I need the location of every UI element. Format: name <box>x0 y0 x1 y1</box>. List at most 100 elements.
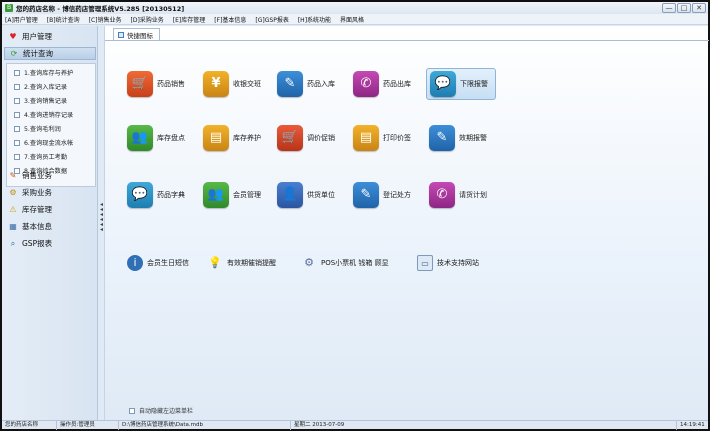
tile-cashier-handover[interactable]: ¥ 收银交班 <box>203 69 261 99</box>
person-icon: 👤 <box>277 182 303 208</box>
status-shop-name: 您的药店名称 <box>2 421 57 430</box>
sidebar-item-label: 5.查询毛利润 <box>24 126 61 133</box>
tile-register-prescription[interactable]: ✎ 登记处方 <box>353 180 411 210</box>
chat-icon: 💬 <box>430 71 456 97</box>
sidebar-item-query-attendance[interactable]: 7.查询员工考勤 <box>14 151 67 162</box>
tile-stocktake[interactable]: 👥 库存盘点 <box>127 123 185 153</box>
sidebar-item-query-inbound[interactable]: 2.查询入库记录 <box>14 81 67 92</box>
tile-print-price-tags[interactable]: ▤ 打印价签 <box>353 123 411 153</box>
people-icon: 👥 <box>127 125 153 151</box>
sidebar-item-query-psi[interactable]: 4.查询进销存记录 <box>14 109 73 120</box>
maximize-button[interactable]: □ <box>677 3 691 13</box>
tile-label: 效期报警 <box>459 134 487 142</box>
sidebar-item-label: 4.查询进销存记录 <box>24 112 74 119</box>
pen-icon: ✎ <box>429 125 455 151</box>
sidebar-item-query-gross-profit[interactable]: 5.查询毛利润 <box>14 123 61 134</box>
autohide-sidebar-checkbox[interactable]: 自动隐藏左边菜单栏 <box>129 406 193 415</box>
gears-icon: ⚙ <box>9 187 17 197</box>
sidebar-section-user-management[interactable]: ♥ 用户管理 <box>4 30 96 43</box>
sidebar-section-label: 采购业务 <box>22 188 52 197</box>
menu-sales[interactable]: [C]销售业务 <box>89 15 122 24</box>
sidebar-item-query-cash-flow[interactable]: 6.查询现金流水帐 <box>14 137 73 148</box>
sidebar-section-sales[interactable]: ✎ 销售业务 <box>4 169 96 182</box>
sidebar-section-gsp-reports[interactable]: ⌕ GSP报表 <box>4 237 96 250</box>
item-box-icon <box>14 83 20 90</box>
menu-user-management[interactable]: [A]用户管理 <box>5 15 38 24</box>
sidebar-item-label: 2.查询入库记录 <box>24 84 68 91</box>
cart-icon: 🛒 <box>127 71 153 97</box>
tile-label: 药品出库 <box>383 80 411 88</box>
tile-member-management[interactable]: 👥 会员管理 <box>203 180 261 210</box>
close-button[interactable]: ✕ <box>692 3 706 13</box>
sidebar-section-label: 基本信息 <box>22 222 52 231</box>
pencil-icon: ✎ <box>9 170 17 180</box>
window-title: 您的药店名称 - 博信药店管理系统V5.285 [20130512] <box>16 5 185 13</box>
chat-icon: 💬 <box>127 182 153 208</box>
pos-icon: ⚙ <box>304 256 314 269</box>
tile-expiry-alert[interactable]: ✎ 效期报警 <box>429 123 487 153</box>
link-pos-devices[interactable]: ⚙ POS小票机 钱箱 顾显 <box>301 253 389 273</box>
calculator-icon: ▤ <box>203 125 229 151</box>
tile-order-plan[interactable]: ✆ 请货计划 <box>429 180 487 210</box>
link-member-birthday-sms[interactable]: i 会员生日短信 <box>127 253 189 273</box>
sidebar-section-label: GSP报表 <box>22 239 53 248</box>
tile-label: 库存盘点 <box>157 134 185 142</box>
tile-label: 调价促销 <box>307 134 335 142</box>
status-time: 14:19:41 <box>680 422 705 428</box>
heart-icon: ♥ <box>9 31 17 41</box>
item-box-icon <box>14 97 20 104</box>
tile-label: 登记处方 <box>383 191 411 199</box>
sidebar-section-purchasing[interactable]: ⚙ 采购业务 <box>4 186 96 199</box>
tile-drug-dictionary[interactable]: 💬 药品字典 <box>127 180 185 210</box>
sidebar-item-label: 3.查询销售记录 <box>24 98 68 105</box>
warning-icon: ⚠ <box>9 204 17 214</box>
menu-inventory[interactable]: [E]库存管理 <box>173 15 205 24</box>
link-support-website[interactable]: ▭ 技术支持网站 <box>417 253 479 273</box>
magnifier-icon: ⌕ <box>10 238 16 248</box>
sidebar-item-query-stock[interactable]: 1.查询库存与养护 <box>14 67 73 78</box>
sidebar-section-statistics-query[interactable]: ⟳ 统计查询 <box>4 47 96 60</box>
tab-label: 快捷图标 <box>127 31 153 40</box>
tile-label: 供货单位 <box>307 191 335 199</box>
tile-price-promotion[interactable]: 🛒 调价促销 <box>277 123 335 153</box>
main-panel: 快捷图标 🛒 药品销售 ¥ 收银交班 ✎ 药品入库 ✆ 药品出库 💬 下限报警 … <box>104 26 709 420</box>
sidebar-section-basic-info[interactable]: ▦ 基本信息 <box>4 220 96 233</box>
tile-label: 药品销售 <box>157 80 185 88</box>
minimize-button[interactable]: — <box>662 3 676 13</box>
item-box-icon <box>14 139 20 146</box>
checkbox-box <box>129 407 135 414</box>
tile-label: 库存养护 <box>233 134 261 142</box>
pen-icon: ✎ <box>353 182 379 208</box>
menu-basic-info[interactable]: [F]基本信息 <box>214 15 246 24</box>
bulb-icon: 💡 <box>208 256 222 269</box>
item-box-icon <box>14 125 20 132</box>
menu-gsp-reports[interactable]: [G]GSP报表 <box>255 15 288 24</box>
tile-stock-maintenance[interactable]: ▤ 库存养护 <box>203 123 261 153</box>
status-date: 星期二 2013-07-09 <box>291 421 677 430</box>
link-label: 技术支持网站 <box>437 259 479 267</box>
link-expiry-reminder[interactable]: 💡 有效期催销提醒 <box>207 253 276 273</box>
link-label: 会员生日短信 <box>147 259 189 267</box>
menu-statistics-query[interactable]: [B]统计查询 <box>47 15 80 24</box>
sidebar-section-label: 用户管理 <box>22 32 52 41</box>
sidebar-item-label: 1.查询库存与养护 <box>24 70 74 77</box>
sidebar-item-query-sales[interactable]: 3.查询销售记录 <box>14 95 67 106</box>
tile-drug-outbound[interactable]: ✆ 药品出库 <box>353 69 411 99</box>
status-bar: 您的药店名称 操作员:管理员 D:\博信药店管理系统\Data.mdb 星期二 … <box>2 420 708 430</box>
menu-purchasing[interactable]: [D]采购业务 <box>130 15 163 24</box>
menu-theme[interactable]: 界面风格 <box>340 15 364 24</box>
website-icon: ▭ <box>417 255 433 271</box>
tile-drug-inbound[interactable]: ✎ 药品入库 <box>277 69 335 99</box>
tile-label: 请货计划 <box>459 191 487 199</box>
refresh-icon: ⟳ <box>10 48 18 58</box>
checkbox-label: 自动隐藏左边菜单栏 <box>139 408 194 415</box>
menu-system[interactable]: [H]系统功能 <box>298 15 331 24</box>
tab-shortcuts[interactable]: 快捷图标 <box>113 28 160 40</box>
app-window: B 您的药店名称 - 博信药店管理系统V5.285 [20130512] — □… <box>0 0 710 431</box>
tile-suppliers[interactable]: 👤 供货单位 <box>277 180 335 210</box>
sidebar-section-inventory[interactable]: ⚠ 库存管理 <box>4 203 96 216</box>
tab-icon <box>118 31 124 38</box>
tile-drug-sales[interactable]: 🛒 药品销售 <box>127 69 185 99</box>
tile-low-stock-alert[interactable]: 💬 下限报警 <box>426 68 496 100</box>
tile-label: 会员管理 <box>233 191 261 199</box>
